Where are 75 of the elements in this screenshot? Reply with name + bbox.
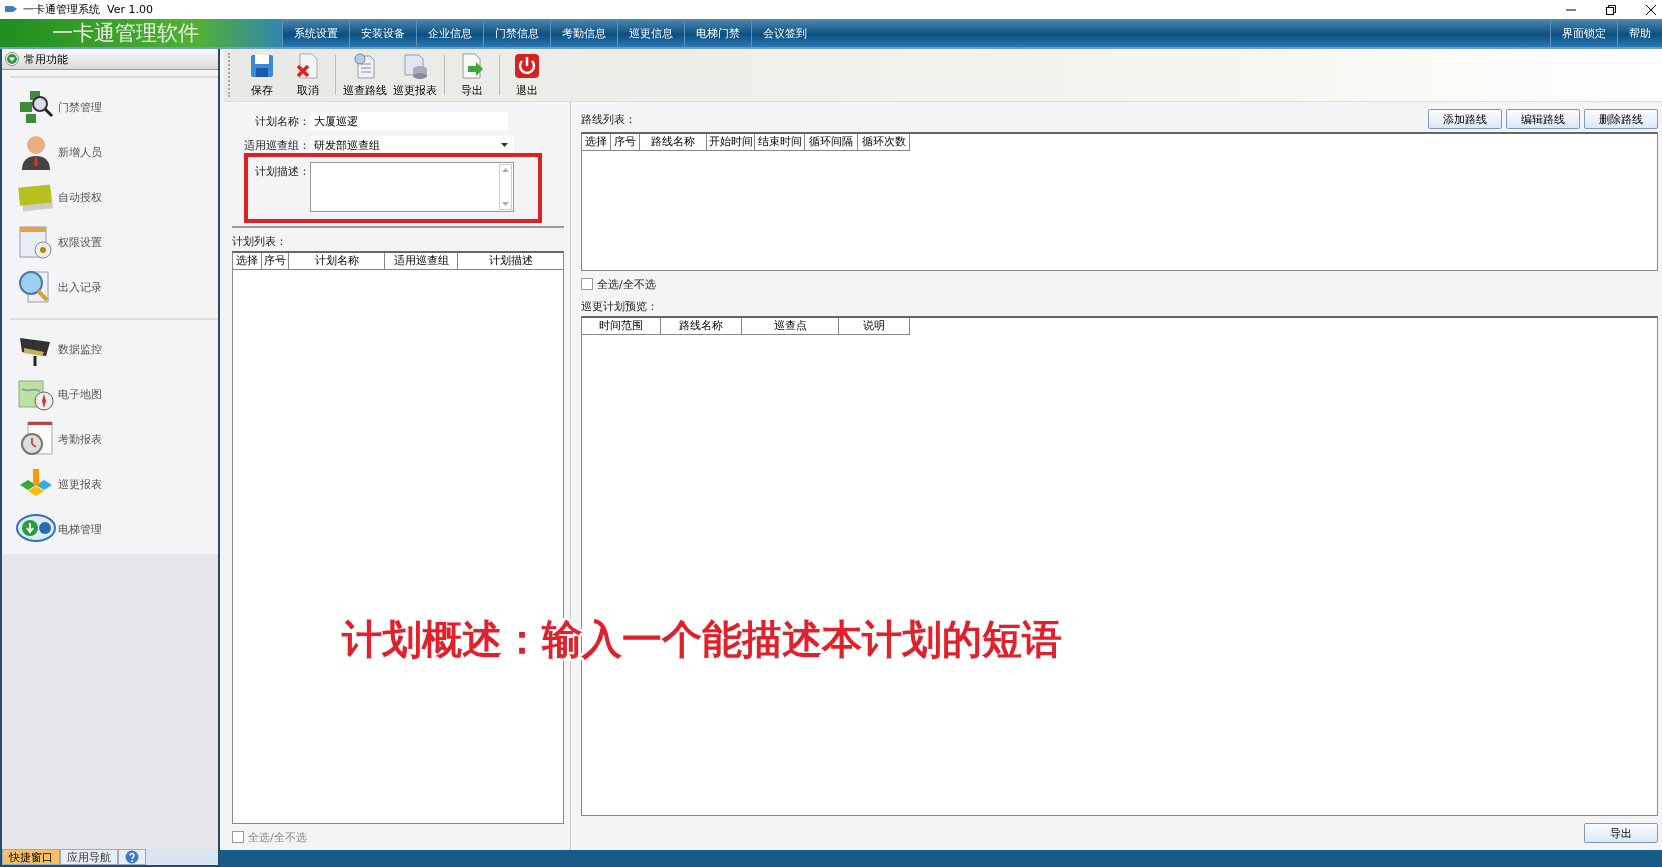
section-label: 巡更计划预览：: [581, 299, 659, 315]
column-header[interactable]: 路线名称: [640, 134, 707, 151]
column-header[interactable]: 选择: [233, 253, 262, 270]
field-label: 计划名称：: [254, 114, 310, 129]
close-icon[interactable]: [1646, 4, 1656, 15]
field-label: 适用巡查组：: [243, 138, 310, 153]
menu-item[interactable]: 企业信息: [416, 19, 483, 47]
help-icon: [125, 850, 139, 864]
menu-item[interactable]: 会议签到: [751, 19, 818, 47]
sidebar-item[interactable]: 自动授权: [16, 178, 218, 216]
dropdown-icon: [501, 143, 508, 147]
menu-item[interactable]: 电梯门禁: [684, 19, 751, 47]
text-area[interactable]: [310, 162, 514, 212]
sidebar-item[interactable]: 电子地图: [16, 375, 218, 413]
sidebar-item[interactable]: 新增人员: [16, 133, 218, 171]
floppy-icon: [248, 52, 276, 80]
column-header[interactable]: 适用巡查组: [385, 253, 458, 270]
power-icon: [513, 52, 541, 80]
column-header[interactable]: 选择: [582, 134, 611, 151]
restore-icon[interactable]: [1606, 4, 1616, 15]
column-header[interactable]: 计划名称: [289, 253, 385, 270]
column-header[interactable]: 时间范围: [582, 318, 661, 335]
sidebar-item[interactable]: 出入记录: [16, 268, 218, 306]
dropdown-field[interactable]: 研发部巡查组: [310, 136, 514, 154]
menu-item[interactable]: 安装设备: [349, 19, 416, 47]
section-label: 计划列表：: [232, 234, 288, 250]
toolbar-button[interactable]: 取消: [285, 52, 331, 98]
toolbar-button[interactable]: 巡查路线: [340, 52, 390, 98]
column-header[interactable]: 开始时间: [707, 134, 755, 151]
column-header[interactable]: 序号: [611, 134, 640, 151]
menu-item[interactable]: 帮助: [1617, 19, 1662, 47]
sidebar-header[interactable]: 常用功能: [2, 49, 218, 70]
column-header[interactable]: 巡查点: [742, 318, 839, 335]
route-button[interactable]: 编辑路线: [1506, 109, 1580, 129]
toolbar-button[interactable]: 保存: [239, 52, 285, 98]
column-header[interactable]: 说明: [839, 318, 910, 335]
sidebar-item[interactable]: 电梯管理: [16, 510, 218, 548]
sidebar-item[interactable]: 权限设置: [16, 223, 218, 261]
input-field[interactable]: 大厦巡逻: [310, 112, 508, 130]
column-header[interactable]: 路线名称: [661, 318, 742, 335]
scroll-down-icon[interactable]: [502, 202, 509, 206]
collapse-icon: [5, 52, 19, 66]
toolbar-button[interactable]: 导出: [449, 52, 495, 98]
column-header[interactable]: 计划描述: [458, 253, 564, 270]
help-button[interactable]: [118, 849, 146, 865]
menu-item[interactable]: 巡更信息: [617, 19, 684, 47]
route-button[interactable]: 添加路线: [1428, 109, 1502, 129]
sidebar-item[interactable]: 考勤报表: [16, 420, 218, 458]
field-label: 计划描述：: [254, 164, 310, 179]
select-all-checkbox[interactable]: 全选/全不选: [581, 271, 1658, 297]
scrollbar[interactable]: [499, 164, 512, 210]
menu-item[interactable]: 门禁信息: [483, 19, 550, 47]
export-button[interactable]: 导出: [1584, 823, 1658, 843]
column-header[interactable]: 循环间隔: [805, 134, 858, 151]
caption-text: 计划概述：输入一个能描述本计划的短语: [342, 615, 1062, 664]
menu-item[interactable]: 系统设置: [282, 19, 349, 47]
menu-item[interactable]: 考勤信息: [550, 19, 617, 47]
column-header[interactable]: 循环次数: [858, 134, 910, 151]
sidebar-item[interactable]: 数据监控: [16, 330, 218, 368]
scroll-up-icon[interactable]: [502, 168, 509, 172]
route-button[interactable]: 删除路线: [1584, 109, 1658, 129]
app-icon: [4, 4, 18, 15]
sidebar-item[interactable]: 巡更报表: [16, 465, 218, 503]
database-icon: [401, 52, 429, 80]
toolbar-button[interactable]: 巡更报表: [390, 52, 440, 98]
section-label: 路线列表：: [581, 111, 636, 128]
app-logo: 一卡通管理软件: [0, 19, 282, 47]
sidebar-tab[interactable]: 应用导航: [60, 849, 118, 865]
column-header[interactable]: 序号: [262, 253, 289, 270]
toolbar-button[interactable]: 退出: [504, 52, 550, 98]
menu-item[interactable]: 界面锁定: [1550, 19, 1617, 47]
column-header[interactable]: 结束时间: [755, 134, 805, 151]
window-title: 一卡通管理系统 Ver 1.00: [23, 2, 153, 17]
sidebar-item[interactable]: 门禁管理: [16, 88, 218, 126]
sidebar-tab[interactable]: 快捷窗口: [2, 849, 60, 865]
